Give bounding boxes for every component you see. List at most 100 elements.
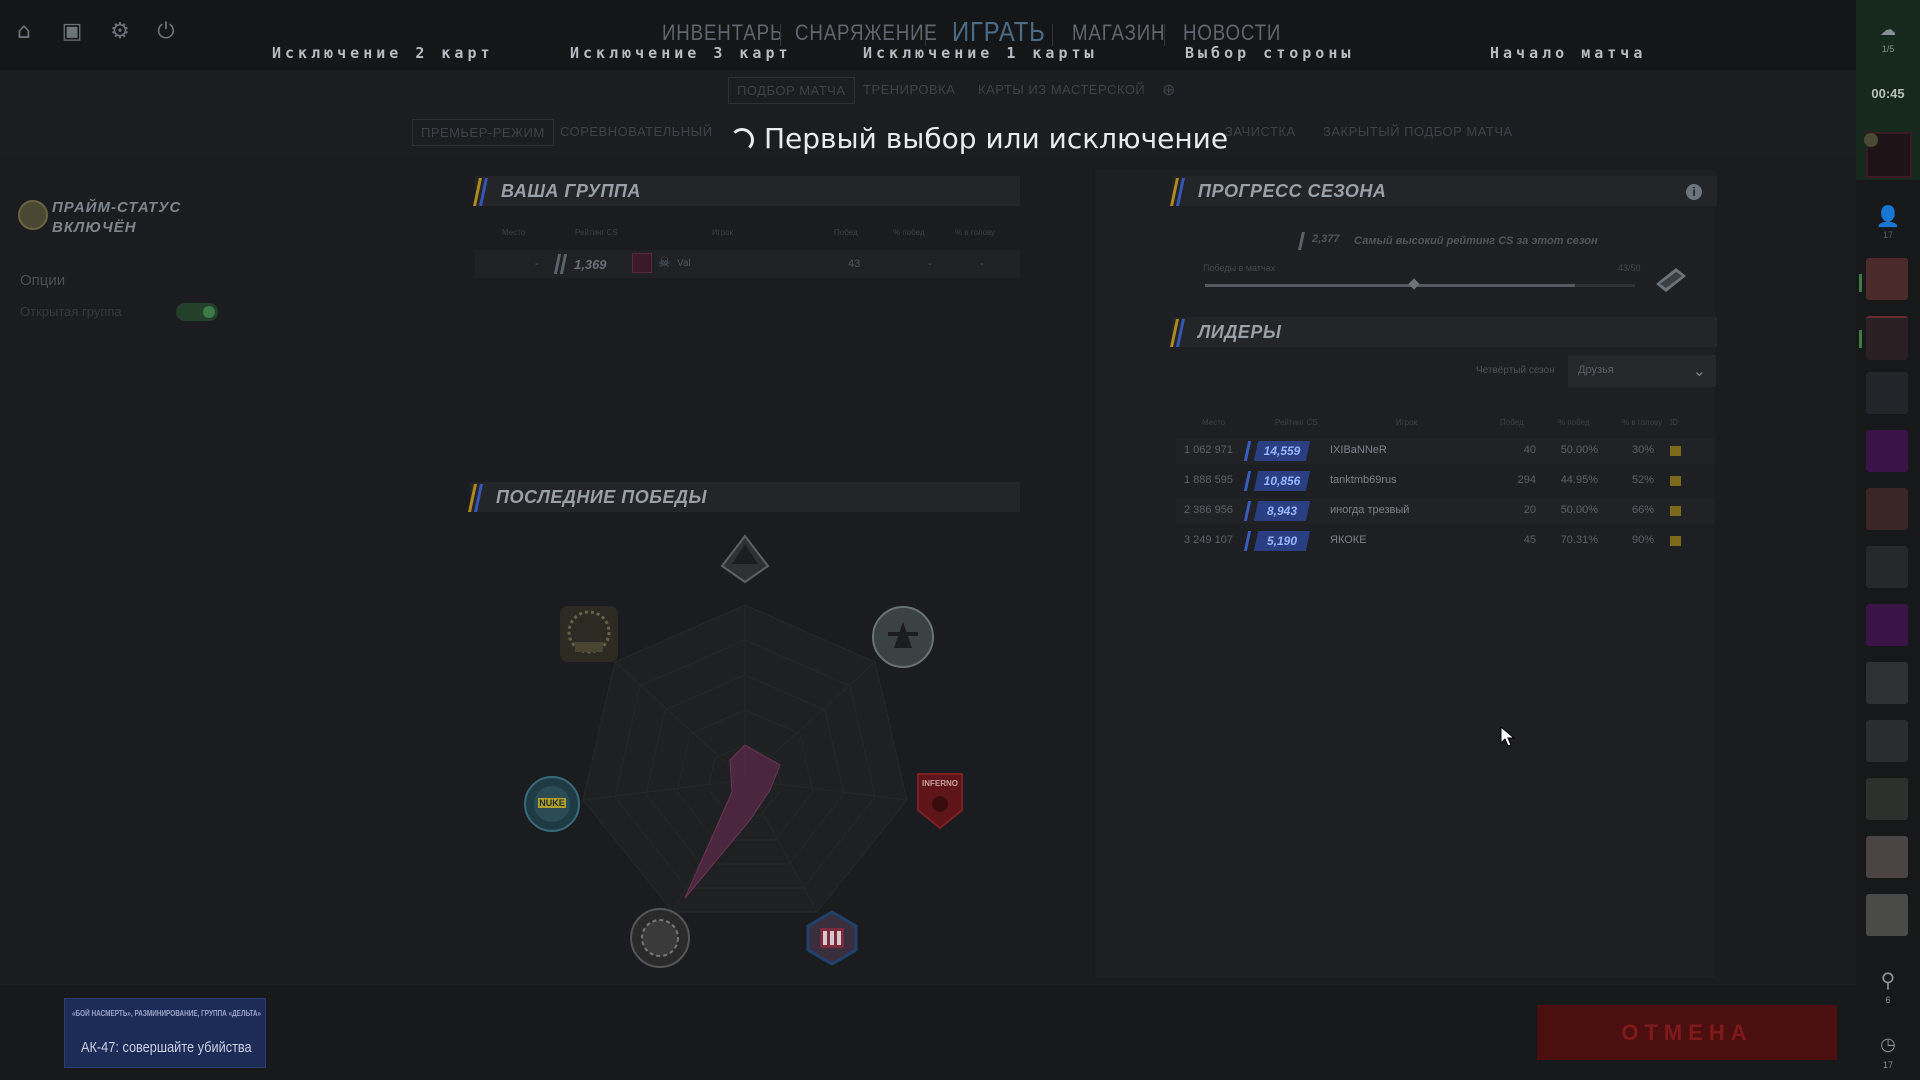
nav-equipment[interactable]: СНАРЯЖЕНИЕ (795, 20, 938, 46)
season-coin-icon (1656, 268, 1686, 292)
tab-workshop[interactable]: КАРТЫ ИЗ МАСТЕРСКОЙ (978, 82, 1145, 97)
flag-icon (1670, 446, 1681, 456)
group-title: ВАША ГРУППА (501, 181, 641, 201)
info-icon[interactable]: i (1686, 184, 1702, 200)
globe-icon[interactable]: ⊕ (1162, 80, 1176, 100)
friend-avatar[interactable] (1866, 836, 1908, 878)
leader-winpct: 50.00% (1560, 504, 1598, 516)
season-best-rating-label: Самый высокий рейтинг CS за этот сезон (1354, 235, 1598, 247)
mission-task: АК-47: совершайте убийства (81, 1039, 252, 1056)
open-group-toggle[interactable] (176, 303, 218, 321)
friend-avatar[interactable] (1866, 546, 1908, 588)
broadcast-icon[interactable]: ⚲ (1856, 968, 1920, 992)
leader-wins: 45 (1523, 534, 1536, 546)
nav-inventory[interactable]: ИНВЕНТАРЬ (662, 20, 783, 46)
leader-name[interactable]: ЯКОКЕ (1330, 534, 1367, 546)
flag-icon (1670, 536, 1681, 546)
party-icon[interactable]: ☁ (1856, 20, 1920, 39)
pick-ban-banner: Первый выбор или исключение (764, 122, 1229, 155)
friend-avatar[interactable] (1866, 258, 1908, 300)
leader-row[interactable]: 3 249 107 5,190 ЯКОКЕ 45 70.31% 90% (1176, 528, 1714, 554)
leader-place: 1 062 971 (1184, 444, 1233, 456)
queue-timer: 00:45 (1871, 86, 1905, 101)
gear-icon[interactable]: ⚙ (106, 18, 134, 46)
leader-hspct: 66% (1631, 504, 1654, 516)
friend-avatar[interactable] (1866, 720, 1908, 762)
friend-status-bar (1859, 274, 1862, 292)
leader-hspct: 30% (1631, 444, 1654, 456)
leader-winpct: 44.95% (1560, 474, 1598, 486)
leaders-col-winpct: % побед (1558, 418, 1590, 427)
stage-match-start: Начало матча (1490, 44, 1647, 62)
friend-avatar[interactable] (1866, 662, 1908, 704)
office-icon (804, 910, 860, 966)
leader-name[interactable]: IXIBaNNeR (1330, 444, 1387, 456)
friend-status-bar (1859, 330, 1862, 348)
season-panel-header: ПРОГРЕСС СЕЗОНА (1170, 176, 1717, 206)
nav-separator (925, 24, 926, 46)
cancel-button[interactable]: ОТМЕНА (1537, 1005, 1837, 1060)
season-best-rating: 2,377 (1312, 233, 1340, 245)
nuke-icon: NUKE (524, 776, 580, 832)
tab-matchmaking[interactable]: ПОДБОР МАТЧА (728, 77, 855, 104)
inferno-label: INFERNO (922, 779, 958, 788)
leader-rating: 10,856 (1263, 474, 1301, 488)
leaders-filter-dropdown[interactable]: Друзья ⌄ (1568, 355, 1716, 387)
leader-wins: 20 (1523, 504, 1536, 516)
recent-wins-title: ПОСЛЕДНИЕ ПОБЕДЫ (496, 487, 707, 507)
party-leader-icon (1864, 133, 1878, 147)
leaders-col-id: ID (1670, 418, 1678, 427)
leader-row[interactable]: 1 062 971 14,559 IXIBaNNeR 40 50.00% 30% (1176, 438, 1714, 464)
tab-competitive[interactable]: СОРЕВНОВАТЕЛЬНЫЙ (560, 124, 713, 139)
leader-name[interactable]: иногда трезвый (1330, 504, 1409, 516)
power-icon[interactable]: ⏻ (152, 18, 180, 46)
friend-avatar[interactable] (1866, 316, 1908, 360)
player-avatar[interactable] (632, 253, 652, 273)
nav-store[interactable]: МАГАЗИН (1072, 20, 1165, 46)
leader-winpct: 70.31% (1560, 534, 1598, 546)
leader-rating-chip: 10,856 (1253, 471, 1311, 491)
friend-avatar[interactable] (1866, 894, 1908, 936)
loading-spinner (730, 128, 754, 152)
leader-row[interactable]: 1 888 595 10,856 tanktmb69rus 294 44.95%… (1176, 468, 1714, 494)
mission-title: «БОЙ НАСМЕРТЬ», РАЗМИНИРОВАНИЕ, ГРУППА «… (72, 1009, 262, 1018)
tab-training[interactable]: ТРЕНИРОВКА (863, 82, 955, 97)
friend-avatar[interactable] (1866, 604, 1908, 646)
tab-private-matchmaking[interactable]: ЗАКРЫТЫЙ ПОДБОР МАТЧА (1323, 124, 1513, 139)
group-col-player: Игрок (712, 228, 734, 237)
tab-deathmatch[interactable]: ЗАЧИСТКА (1225, 124, 1296, 139)
group-hspct: - (980, 258, 984, 270)
leader-rating-chip: 14,559 (1253, 441, 1311, 461)
rank-stripe (1243, 531, 1252, 551)
mission-card[interactable]: «БОЙ НАСМЕРТЬ», РАЗМИНИРОВАНИЕ, ГРУППА «… (64, 998, 266, 1068)
leaders-title: ЛИДЕРЫ (1198, 322, 1282, 342)
tab-premier[interactable]: ПРЕМЬЕР-РЕЖИМ (412, 119, 554, 146)
cancel-label: ОТМЕНА (1621, 1020, 1753, 1045)
leader-row[interactable]: 2 386 956 8,943 иногда трезвый 20 50.00%… (1176, 498, 1714, 524)
party-count: 1/5 (1881, 44, 1895, 54)
friend-avatar[interactable] (1866, 488, 1908, 530)
options-label: Опции (20, 272, 66, 289)
highway-icon (872, 606, 934, 668)
friend-avatar[interactable] (1866, 372, 1908, 414)
season-wins-label: Победы в матчах (1203, 263, 1276, 273)
home-icon[interactable]: ⌂ (10, 18, 38, 46)
rank-stripe (1243, 471, 1252, 491)
leaders-col-hspct: % в голову (1622, 418, 1663, 427)
tv-icon[interactable]: ▣ (58, 18, 86, 46)
leader-place: 3 249 107 (1184, 534, 1233, 546)
right-panel (1095, 170, 1715, 978)
history-icon[interactable]: ◷ (1856, 1034, 1920, 1055)
recent-wins-radar (582, 604, 908, 913)
group-winpct: - (928, 258, 932, 270)
group-col-wins: Побед (834, 228, 858, 237)
nav-news[interactable]: НОВОСТИ (1183, 20, 1281, 46)
user-icon[interactable]: 👤 (1856, 204, 1920, 228)
nav-separator (780, 24, 781, 46)
leader-name[interactable]: tanktmb69rus (1330, 474, 1397, 486)
friend-avatar[interactable] (1866, 430, 1908, 472)
friend-avatar[interactable] (1866, 778, 1908, 820)
open-group-label: Открытая группа (20, 304, 122, 319)
group-player-name[interactable]: Val (677, 258, 691, 269)
leader-rating-chip: 8,943 (1253, 501, 1311, 521)
